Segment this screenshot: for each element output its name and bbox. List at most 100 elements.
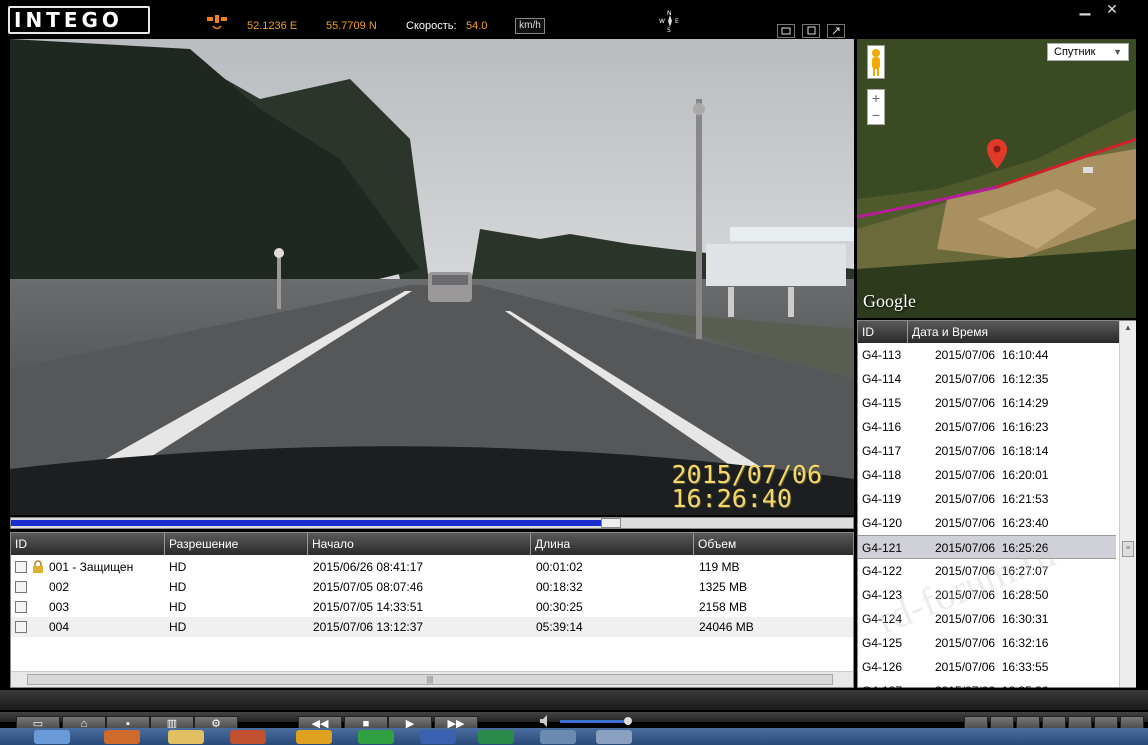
point-cell-datetime: 2015/07/06 16:32:16: [935, 636, 1049, 650]
speed-unit-toggle[interactable]: km/h: [515, 18, 545, 34]
map-type-select[interactable]: Спутник ▼: [1047, 43, 1129, 61]
zoom-in-button[interactable]: +: [868, 90, 884, 107]
point-list-scrollbar[interactable]: ▲ ≡: [1119, 321, 1136, 687]
chevron-down-icon: ▼: [1113, 47, 1122, 57]
point-row[interactable]: G4-126 2015/07/06 16:33:55: [858, 655, 1116, 679]
point-cell-id: G4-119: [862, 492, 902, 506]
taskbar-player-icon[interactable]: [596, 730, 632, 744]
taskbar-excel-icon[interactable]: [478, 730, 514, 744]
point-row[interactable]: G4-118 2015/07/06 16:20:01: [858, 463, 1116, 487]
point-row[interactable]: G4-113 2015/07/06 16:10:44: [858, 343, 1116, 367]
close-button[interactable]: ✕: [1101, 2, 1123, 16]
scrollbar-thumb[interactable]: ≡: [1122, 541, 1134, 557]
video-timestamp: 2015/07/06 16:26:40: [671, 462, 822, 513]
google-attribution: Google: [863, 291, 916, 311]
point-cell-datetime: 2015/07/06 16:14:29: [935, 396, 1049, 410]
point-row[interactable]: G4-125 2015/07/06 16:32:16: [858, 631, 1116, 655]
svg-text:N: N: [667, 10, 672, 17]
taskbar-folder-icon[interactable]: [168, 730, 204, 744]
point-cell-datetime: 2015/07/06 16:21:53: [935, 492, 1049, 506]
dashcam-frame: [10, 39, 854, 515]
point-row[interactable]: G4-114 2015/07/06 16:12:35: [858, 367, 1116, 391]
taskbar-app4-icon[interactable]: [540, 730, 576, 744]
scroll-up-icon[interactable]: ▲: [1121, 321, 1135, 335]
point-row[interactable]: G4-121 2015/07/06 16:25:26: [858, 535, 1116, 559]
file-row[interactable]: 004 HD 2015/07/06 13:12:37 05:39:14 24046 MB: [11, 617, 853, 637]
point-row[interactable]: G4-119 2015/07/06 16:21:53: [858, 487, 1116, 511]
column-header-size[interactable]: Объем: [694, 533, 853, 555]
point-cell-id: G4-124: [862, 612, 903, 626]
point-cell-datetime: 2015/07/06 16:25:26: [935, 541, 1049, 555]
street-view-pegman-icon[interactable]: [867, 45, 885, 79]
file-cell-size: 2158 MB: [699, 600, 748, 614]
lock-icon: [32, 560, 44, 574]
file-row[interactable]: 003 HD 2015/07/05 14:33:51 00:30:25 2158 MB: [11, 597, 853, 617]
file-checkbox[interactable]: [15, 601, 27, 613]
point-cell-datetime: 2015/07/06 16:23:40: [935, 516, 1049, 530]
snapshot-icon[interactable]: [777, 24, 795, 38]
taskbar-app-icon[interactable]: [230, 730, 266, 744]
column-header-datetime[interactable]: Дата и Время: [908, 321, 1120, 343]
point-cell-datetime: 2015/07/06 16:10:44: [935, 348, 1049, 362]
point-cell-id: G4-126: [862, 660, 903, 674]
file-cell-id: 001 - Защищен: [49, 560, 134, 574]
taskbar-word-icon[interactable]: [420, 730, 456, 744]
point-cell-datetime: 2015/07/06 16:20:01: [935, 468, 1049, 482]
point-row[interactable]: G4-124 2015/07/06 16:30:31: [858, 607, 1116, 631]
file-row[interactable]: 002 HD 2015/07/05 08:07:46 00:18:32 1325 MB: [11, 577, 853, 597]
zoom-out-button[interactable]: −: [868, 107, 884, 124]
gps-point-list: ID Дата и Время G4-113 2015/07/06 16:10:4…: [857, 320, 1136, 698]
point-row[interactable]: G4-117 2015/07/06 16:18:14: [858, 439, 1116, 463]
fullscreen-icon[interactable]: [827, 24, 845, 38]
column-header-point-id[interactable]: ID: [858, 321, 908, 343]
point-cell-id: G4-120: [862, 516, 903, 530]
file-cell-resolution: HD: [169, 560, 187, 574]
taskbar-firefox-icon[interactable]: [104, 730, 140, 744]
column-header-resolution[interactable]: Разрешение: [165, 533, 308, 555]
app-logo: INTEGO: [8, 6, 150, 34]
file-list-scrollbar[interactable]: |||: [11, 671, 853, 687]
file-checkbox[interactable]: [15, 561, 27, 573]
file-list-header: ID Разрешение Начало Длина Объем: [11, 533, 853, 555]
minimize-button[interactable]: ▁: [1074, 0, 1096, 16]
column-header-length[interactable]: Длина: [531, 533, 694, 555]
volume-slider[interactable]: [540, 714, 640, 728]
map-view[interactable]: + − Спутник ▼ Google: [857, 39, 1136, 318]
file-cell-size: 119 MB: [699, 560, 740, 574]
file-cell-id: 004: [49, 620, 70, 634]
point-row[interactable]: G4-123 2015/07/06 16:28:50: [858, 583, 1116, 607]
point-cell-datetime: 2015/07/06 16:12:35: [935, 372, 1049, 386]
file-cell-length: 00:30:25: [536, 600, 583, 614]
scrollbar-thumb[interactable]: |||: [27, 674, 833, 685]
point-row[interactable]: G4-122 2015/07/06 16:27:07: [858, 559, 1116, 583]
gps-satellite-icon: [203, 12, 233, 32]
point-cell-datetime: 2015/07/06 16:27:07: [935, 564, 1049, 578]
taskbar-app3-icon[interactable]: [358, 730, 394, 744]
file-cell-length: 00:01:02: [536, 560, 583, 574]
point-cell-datetime: 2015/07/06 16:18:14: [935, 444, 1049, 458]
file-checkbox[interactable]: [15, 581, 27, 593]
window-mode-icon[interactable]: [802, 24, 820, 38]
column-header-start[interactable]: Начало: [308, 533, 531, 555]
svg-text:S: S: [667, 27, 671, 34]
point-row[interactable]: G4-116 2015/07/06 16:16:23: [858, 415, 1116, 439]
timestamp-time: 16:26:40: [671, 484, 792, 513]
video-player[interactable]: 2015/07/06 16:26:40: [10, 39, 854, 515]
point-row[interactable]: G4-120 2015/07/06 16:23:40: [858, 511, 1116, 535]
taskbar-ie-icon[interactable]: [34, 730, 70, 744]
file-list-table: ID Разрешение Начало Длина Объем 001 - З…: [10, 532, 854, 688]
file-cell-length: 05:39:14: [536, 620, 583, 634]
windows-taskbar: [0, 728, 1148, 745]
file-cell-start: 2015/06/26 08:41:17: [313, 560, 424, 574]
svg-text:E: E: [675, 18, 679, 25]
column-header-id[interactable]: ID: [11, 533, 165, 555]
point-row[interactable]: G4-115 2015/07/06 16:14:29: [858, 391, 1116, 415]
taskbar-app2-icon[interactable]: [296, 730, 332, 744]
progress-thumb[interactable]: [600, 518, 621, 528]
point-cell-id: G4-123: [862, 588, 903, 602]
file-cell-length: 00:18:32: [536, 580, 583, 594]
point-cell-datetime: 2015/07/06 16:33:55: [935, 660, 1049, 674]
file-row[interactable]: 001 - Защищен HD 2015/06/26 08:41:17 00:01:…: [11, 557, 853, 577]
file-checkbox[interactable]: [15, 621, 27, 633]
playback-progress-bar[interactable]: [10, 517, 854, 529]
